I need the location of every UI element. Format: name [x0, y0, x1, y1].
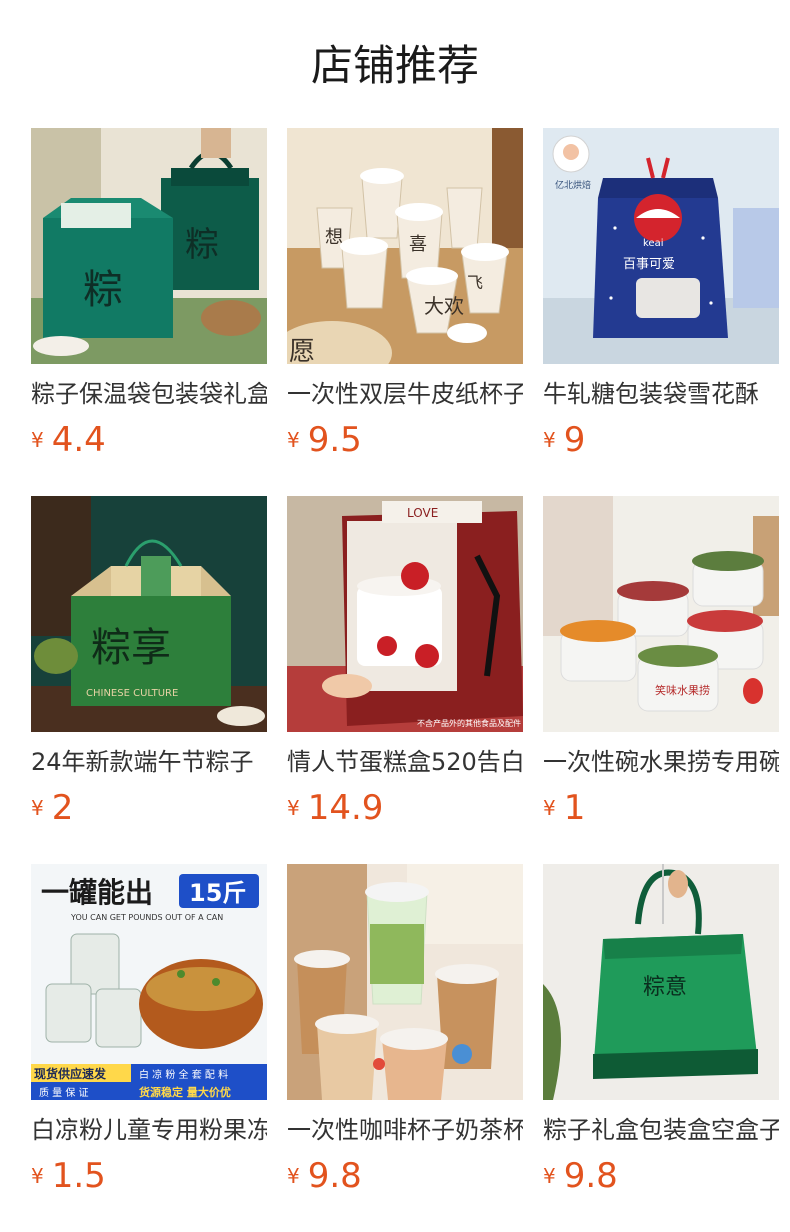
badge-label: 15斤	[189, 879, 246, 907]
product-name[interactable]: 白凉粉儿童专用粉果冻	[31, 1110, 267, 1150]
valentine-cake-box-image[interactable]: LOVE 不含产品外的其他食品及配件	[287, 496, 523, 732]
currency-symbol: ¥	[31, 428, 44, 452]
product-name[interactable]: 一次性双层牛皮纸杯子	[287, 374, 523, 414]
zongyi-label: 粽意	[643, 975, 687, 1000]
product-card[interactable]: 粽意 粽子礼盒包装盒空盒子 ¥9.8	[543, 864, 779, 1204]
price-value: 9	[563, 420, 586, 460]
product-name[interactable]: 粽子保温袋包装袋礼盒	[31, 374, 267, 414]
product-card[interactable]: 亿北烘焙 keai 百事可爱 牛轧糖包装袋雪花酥 ¥ 9	[543, 128, 779, 468]
price-value: 2	[51, 788, 74, 828]
chinese-culture-label: CHINESE CULTURE	[86, 688, 178, 699]
disclaimer-label: 不含产品外的其他食品及配件	[417, 718, 521, 728]
product-name[interactable]: 牛轧糖包装袋雪花酥	[543, 374, 779, 414]
price-value: 14.9	[307, 788, 384, 828]
store-recommendation-page: 店铺推荐 粽 粽 粽子保温袋包装袋礼盒 ¥ 4.4 想 喜 大欢 飞 愿 一次性…	[0, 0, 790, 1232]
product-price: ¥9	[543, 418, 585, 462]
fruit-salad-bowls-image[interactable]: 笑味水果捞	[543, 496, 779, 732]
zongzi-green-insulated-bag-image[interactable]: 粽 粽	[31, 128, 267, 364]
product-name[interactable]: 一次性碗水果捞专用碗	[543, 742, 779, 782]
svg-text:飞: 飞	[467, 273, 483, 292]
product-name[interactable]: 一次性咖啡杯子奶茶杯	[287, 1110, 523, 1150]
stable-supply-label: 货源稳定 量大价优	[138, 1085, 231, 1099]
product-card[interactable]: LOVE 不含产品外的其他食品及配件 情人节蛋糕盒520告白 ¥14.9	[287, 496, 523, 836]
currency-symbol: ¥	[543, 796, 556, 820]
nougat-blue-bag-image[interactable]: 亿北烘焙 keai 百事可爱	[543, 128, 779, 364]
zongzi-bamboo-gift-box-image[interactable]: 粽享 CHINESE CULTURE	[31, 496, 267, 732]
keai-label: keai	[643, 238, 664, 249]
product-price: ¥2	[31, 786, 73, 830]
currency-symbol: ¥	[31, 796, 44, 820]
svg-text:大欢: 大欢	[424, 294, 464, 318]
price-value: 9.8	[307, 1156, 362, 1196]
price-value: 1	[563, 788, 586, 828]
svg-text:粽: 粽	[185, 225, 219, 265]
slogan-label: 百事可爱	[623, 257, 675, 272]
product-card[interactable]: 粽享 CHINESE CULTURE 24年新款端午节粽子 ¥2	[31, 496, 267, 836]
product-price: ¥1	[543, 786, 585, 830]
quality-label: 质 量 保 证	[39, 1086, 89, 1099]
currency-symbol: ¥	[543, 428, 556, 452]
price-value: 9.8	[563, 1156, 618, 1196]
product-card[interactable]: 粽 粽 粽子保温袋包装袋礼盒 ¥4.4	[31, 128, 267, 468]
plastic-coffee-cups-image[interactable]	[287, 864, 523, 1100]
product-name[interactable]: 粽子礼盒包装盒空盒子	[543, 1110, 779, 1150]
product-price: ¥9.8	[543, 1154, 618, 1198]
fruit-bowl-label: 笑味水果捞	[655, 683, 710, 697]
love-label: LOVE	[407, 506, 438, 520]
product-card[interactable]: 想 喜 大欢 飞 愿 一次性双层牛皮纸杯子 ¥9.5	[287, 128, 523, 468]
currency-symbol: ¥	[287, 428, 300, 452]
currency-symbol: ¥	[31, 1164, 44, 1188]
product-price: ¥4.4	[31, 418, 106, 462]
product-price: ¥9.8	[287, 1154, 362, 1198]
price-value: 1.5	[51, 1156, 106, 1196]
product-card[interactable]: 一次性咖啡杯子奶茶杯 ¥9.8	[287, 864, 523, 1204]
price-value: 9.5	[307, 420, 362, 460]
product-name[interactable]: 24年新款端午节粽子	[31, 742, 267, 782]
brand-label: 亿北烘焙	[555, 179, 591, 191]
product-price: ¥9.5	[287, 418, 362, 462]
white-jelly-powder-image[interactable]: 一罐能出 15斤 YOU CAN GET POUNDS OUT OF A CAN…	[31, 864, 267, 1100]
headline-label: 一罐能出	[41, 876, 153, 909]
currency-symbol: ¥	[543, 1164, 556, 1188]
product-price: ¥1.5	[31, 1154, 106, 1198]
product-grid: 粽 粽 粽子保温袋包装袋礼盒 ¥4.4 想 喜 大欢 飞 愿 一次性双层牛皮纸杯…	[31, 128, 790, 1228]
product-price: ¥14.9	[287, 786, 383, 830]
page-title: 店铺推荐	[310, 41, 479, 90]
zongxiang-label: 粽享	[91, 625, 171, 671]
product-card[interactable]: 笑味水果捞 一次性碗水果捞专用碗 ¥1	[543, 496, 779, 836]
svg-text:喜: 喜	[409, 234, 427, 255]
product-name[interactable]: 情人节蛋糕盒520告白	[287, 742, 523, 782]
currency-symbol: ¥	[287, 796, 300, 820]
svg-text:想: 想	[325, 227, 343, 248]
green-zongzi-tote-bag-image[interactable]: 粽意	[543, 864, 779, 1100]
zong-character-icon: 粽	[83, 267, 123, 313]
price-value: 4.4	[51, 420, 106, 460]
kraft-paper-cups-image[interactable]: 想 喜 大欢 飞 愿	[287, 128, 523, 364]
product-card[interactable]: 一罐能出 15斤 YOU CAN GET POUNDS OUT OF A CAN…	[31, 864, 267, 1204]
svg-text:愿: 愿	[289, 337, 315, 364]
in-stock-label: 现货供应速发	[34, 1066, 107, 1081]
ingredients-label: 白 凉 粉 全 套 配 料	[139, 1068, 228, 1081]
currency-symbol: ¥	[287, 1164, 300, 1188]
english-sub-label: YOU CAN GET POUNDS OUT OF A CAN	[70, 913, 223, 922]
